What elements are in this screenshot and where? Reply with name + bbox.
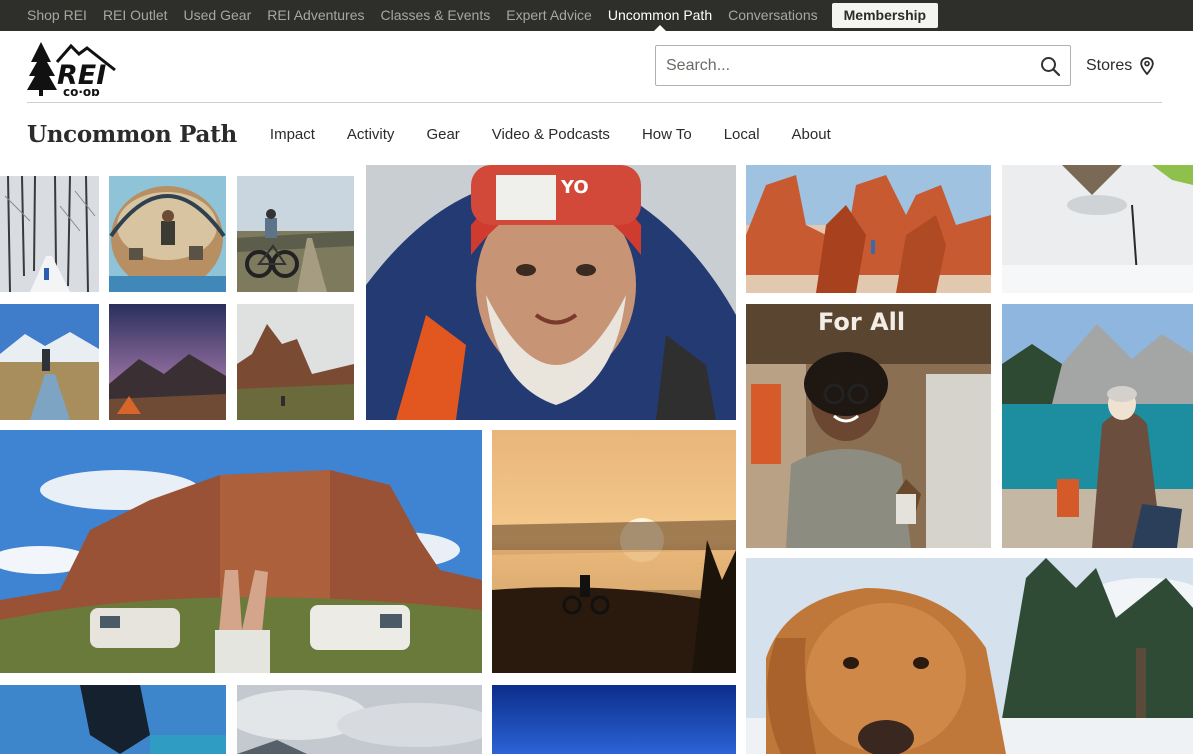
top-nav-conversations[interactable]: Conversations	[728, 0, 818, 31]
photo-mosaic: YO For All	[0, 165, 1193, 754]
subnav-activity[interactable]: Activity	[347, 126, 395, 143]
stores-link[interactable]: Stores	[1086, 57, 1154, 76]
store-banner-text: For All	[818, 308, 905, 336]
top-nav-shop-rei[interactable]: Shop REI	[27, 0, 87, 31]
coop-logo-letters: co·op	[63, 85, 100, 96]
uncommon-path-subnav: Uncommon Path Impact Activity Gear Video…	[0, 103, 1193, 165]
photo-tile-clouds[interactable]	[237, 685, 482, 754]
photo-tile-frosty-beard[interactable]: YO	[366, 165, 736, 420]
membership-button[interactable]: Membership	[831, 3, 939, 28]
rei-logo-icon: REI co·op	[27, 42, 116, 99]
photo-tile-mesa-vans[interactable]	[0, 430, 482, 673]
photo-tile-snow-camp[interactable]	[1002, 165, 1193, 293]
top-utility-nav: Shop REI REI Outlet Used Gear REI Advent…	[0, 0, 1193, 31]
photo-tile-alpine-lake[interactable]	[1002, 304, 1193, 548]
photo-tile-fat-bike[interactable]	[237, 176, 354, 292]
subnav-local[interactable]: Local	[724, 126, 760, 143]
stores-label: Stores	[1086, 57, 1133, 74]
photo-tile-blue-sky[interactable]	[492, 685, 736, 754]
subnav-video-podcasts[interactable]: Video & Podcasts	[492, 126, 610, 143]
photo-tile-snowy-forest[interactable]	[0, 176, 99, 292]
photo-tile-park-ranger[interactable]: For All	[746, 304, 991, 548]
photo-tile-foggy-cliffs[interactable]	[237, 304, 354, 420]
location-pin-icon	[1140, 57, 1154, 76]
subnav-gear[interactable]: Gear	[426, 126, 459, 143]
search-box	[655, 45, 1071, 86]
top-nav-rei-adventures[interactable]: REI Adventures	[267, 0, 364, 31]
search-input[interactable]	[656, 46, 1016, 85]
subnav-impact[interactable]: Impact	[270, 126, 315, 143]
top-nav-uncommon-path[interactable]: Uncommon Path	[608, 0, 712, 31]
subnav-about[interactable]: About	[792, 126, 831, 143]
top-nav-used-gear[interactable]: Used Gear	[184, 0, 252, 31]
photo-tile-dusk-desert[interactable]	[109, 304, 226, 420]
search-icon[interactable]	[1040, 56, 1061, 77]
site-header: REI co·op Stores	[0, 31, 1193, 103]
top-nav-classes-events[interactable]: Classes & Events	[381, 0, 491, 31]
photo-tile-climber[interactable]	[0, 685, 226, 754]
subnav-how-to[interactable]: How To	[642, 126, 692, 143]
hat-text-deco: YO	[560, 177, 589, 198]
photo-tile-mountain-hiker[interactable]	[0, 304, 99, 420]
photo-tile-red-hoodoos[interactable]	[746, 165, 991, 293]
uncommon-path-brand[interactable]: Uncommon Path	[27, 121, 237, 148]
top-nav-rei-outlet[interactable]: REI Outlet	[103, 0, 168, 31]
photo-tile-tent-fisheye[interactable]	[109, 176, 226, 292]
top-nav-expert-advice[interactable]: Expert Advice	[506, 0, 592, 31]
photo-tile-sunset-biker[interactable]	[492, 430, 736, 673]
photo-tile-golden-retriever[interactable]	[746, 558, 1193, 754]
rei-coop-logo[interactable]: REI co·op	[27, 40, 117, 99]
